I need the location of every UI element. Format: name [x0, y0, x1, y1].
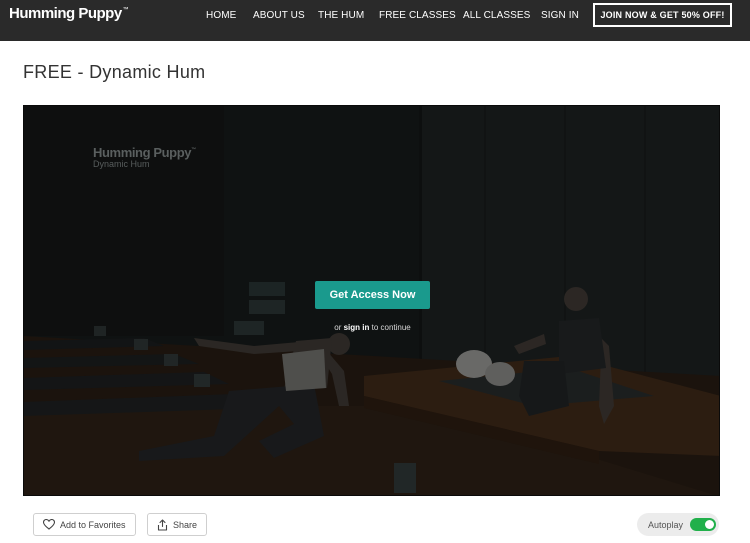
logo-trademark: ™: [122, 7, 129, 13]
heart-icon: [43, 519, 55, 530]
sign-in-link[interactable]: sign in: [344, 323, 370, 332]
video-player[interactable]: Humming Puppy™ Dynamic Hum Get Access No…: [23, 105, 720, 496]
join-now-button[interactable]: JOIN NOW & GET 50% OFF!: [593, 3, 732, 27]
share-button[interactable]: Share: [147, 513, 208, 536]
autoplay-toggle[interactable]: [690, 518, 716, 531]
nav-free-classes[interactable]: FREE CLASSES: [379, 10, 456, 21]
nav-sign-in[interactable]: SIGN IN: [541, 10, 579, 21]
site-logo[interactable]: Humming Puppy™: [9, 5, 129, 22]
favorites-label: Add to Favorites: [60, 519, 126, 530]
site-header: Humming Puppy™ HOME ABOUT US THE HUM FRE…: [0, 0, 750, 41]
sign-in-prompt: or sign in to continue: [24, 323, 719, 332]
toggle-knob: [705, 520, 714, 529]
logo-text: Humming Puppy: [9, 5, 122, 22]
watermark-text: Humming Puppy: [93, 145, 192, 160]
get-access-now-button[interactable]: Get Access Now: [315, 281, 430, 309]
nav-about-us[interactable]: ABOUT US: [253, 10, 305, 21]
add-to-favorites-button[interactable]: Add to Favorites: [33, 513, 136, 536]
video-watermark-logo: Humming Puppy™: [93, 145, 196, 160]
nav-home[interactable]: HOME: [206, 10, 236, 21]
sign-in-prefix: or: [334, 323, 344, 332]
nav-all-classes[interactable]: ALL CLASSES: [463, 10, 530, 21]
page-title: FREE - Dynamic Hum: [23, 62, 206, 82]
autoplay-control: Autoplay: [637, 513, 719, 536]
nav-the-hum[interactable]: THE HUM: [318, 10, 364, 21]
sign-in-suffix: to continue: [369, 323, 411, 332]
video-watermark-subtitle: Dynamic Hum: [93, 159, 150, 169]
watermark-trademark: ™: [191, 147, 196, 153]
autoplay-label: Autoplay: [648, 519, 684, 530]
share-icon: [157, 518, 168, 531]
share-label: Share: [173, 519, 198, 530]
